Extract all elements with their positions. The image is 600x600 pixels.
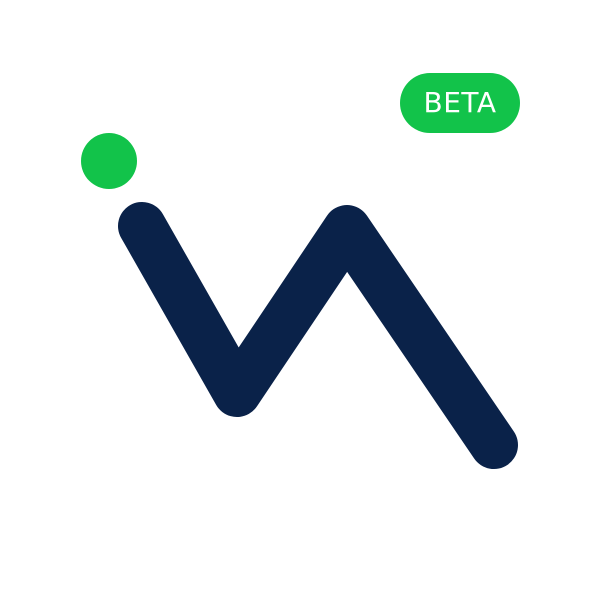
logo-stroke bbox=[118, 202, 518, 469]
beta-label: BETA bbox=[423, 86, 497, 119]
app-icon-canvas: BETA bbox=[0, 0, 600, 600]
beta-badge: BETA bbox=[400, 73, 520, 133]
logo-dot bbox=[81, 133, 137, 189]
